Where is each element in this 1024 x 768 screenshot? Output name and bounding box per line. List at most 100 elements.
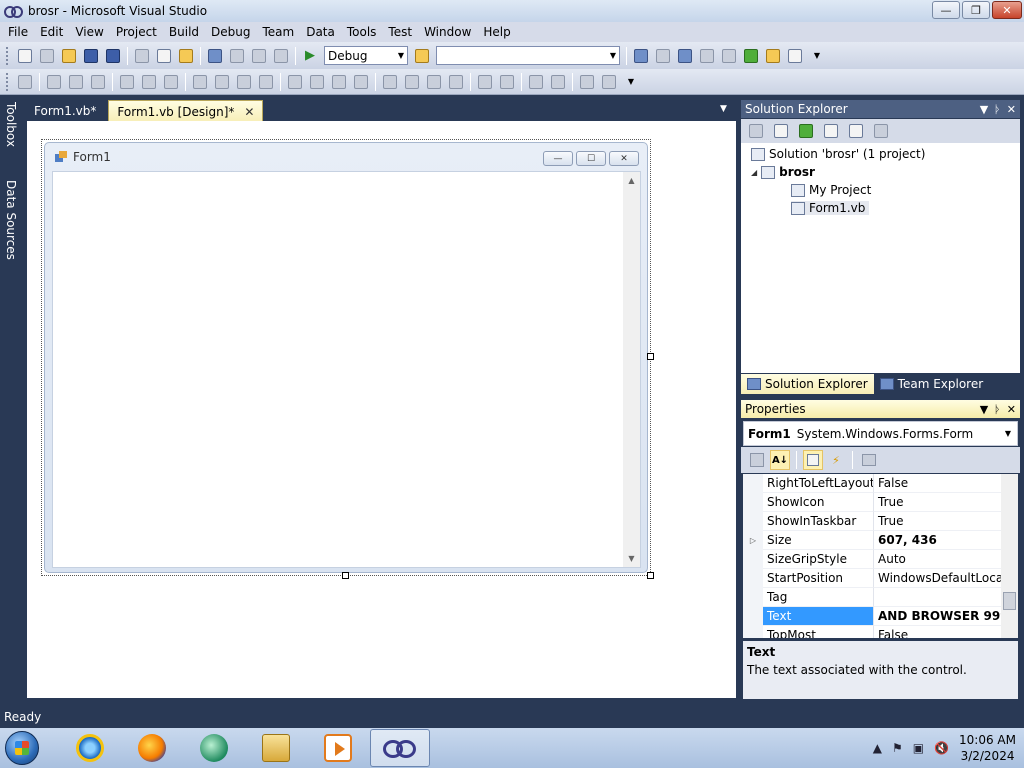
align-lefts-button[interactable] — [44, 72, 64, 92]
menu-data[interactable]: Data — [300, 22, 341, 42]
property-row[interactable]: ▷ Size 607, 436 — [743, 531, 1001, 550]
view-designer-button[interactable] — [846, 121, 866, 141]
start-page-button[interactable] — [741, 46, 761, 66]
categorized-button[interactable] — [747, 450, 767, 470]
new-project-button[interactable] — [15, 46, 35, 66]
clock[interactable]: 10:06 AM 3/2/2024 — [959, 732, 1016, 764]
taskbar-chat-app[interactable] — [184, 729, 244, 767]
events-button[interactable]: ⚡ — [826, 450, 846, 470]
toolbox-tab[interactable]: Toolbox — [2, 102, 20, 147]
property-grid-scrollbar[interactable] — [1001, 474, 1018, 638]
toolbar-grip[interactable] — [6, 72, 10, 91]
menu-tools[interactable]: Tools — [341, 22, 383, 42]
window-position-icon[interactable]: ▼ — [980, 403, 988, 416]
align-bottoms-button[interactable] — [161, 72, 181, 92]
align-to-grid-button[interactable] — [15, 72, 35, 92]
align-rights-button[interactable] — [88, 72, 108, 92]
solution-explorer-button[interactable] — [631, 46, 651, 66]
data-sources-tab[interactable]: Data Sources — [2, 180, 20, 260]
open-file-button[interactable] — [59, 46, 79, 66]
property-row[interactable]: ShowInTaskbar True — [743, 512, 1001, 531]
bring-to-front-button[interactable] — [526, 72, 546, 92]
menu-view[interactable]: View — [69, 22, 109, 42]
start-debugging-button[interactable]: ▶ — [300, 46, 320, 66]
save-all-button[interactable] — [103, 46, 123, 66]
toolbar-options-button[interactable]: ▼ — [807, 46, 827, 66]
menu-file[interactable]: File — [2, 22, 34, 42]
properties-button[interactable] — [746, 121, 766, 141]
lock-controls-button[interactable] — [599, 72, 619, 92]
toolbox-button[interactable] — [697, 46, 717, 66]
menu-window[interactable]: Window — [418, 22, 477, 42]
alphabetical-button[interactable]: A↓ — [770, 450, 790, 470]
property-row[interactable]: RightToLeftLayout False — [743, 474, 1001, 493]
minimize-button[interactable]: — — [932, 1, 960, 19]
close-icon[interactable]: ✕ — [1007, 403, 1016, 416]
property-row[interactable]: Tag — [743, 588, 1001, 607]
equal-vertical-spacing-button[interactable] — [380, 72, 400, 92]
tree-my-project[interactable]: My Project — [791, 183, 871, 197]
save-button[interactable] — [81, 46, 101, 66]
navigate-backward-button[interactable] — [249, 46, 269, 66]
size-to-grid-button[interactable] — [212, 72, 232, 92]
volume-muted-icon[interactable]: 🔇 — [934, 741, 949, 755]
property-value-input[interactable]: AND BROWSER 9999 — [874, 607, 1001, 626]
cut-button[interactable] — [132, 46, 152, 66]
property-value[interactable]: False — [874, 626, 1001, 638]
taskbar-firefox[interactable] — [122, 729, 182, 767]
form-client-area[interactable]: ▲ ▼ — [52, 171, 641, 568]
menu-build[interactable]: Build — [163, 22, 205, 42]
active-files-dropdown[interactable]: ▼ — [720, 104, 727, 114]
send-to-back-button[interactable] — [548, 72, 568, 92]
scrollbar-thumb[interactable] — [1003, 592, 1016, 610]
increase-horizontal-spacing-button[interactable] — [307, 72, 327, 92]
command-window-button[interactable] — [785, 46, 805, 66]
tree-project-node[interactable]: ◢ brosr — [751, 165, 815, 179]
find-in-files-button[interactable] — [412, 46, 432, 66]
start-button[interactable] — [0, 728, 44, 768]
remove-vertical-spacing-button[interactable] — [446, 72, 466, 92]
redo-button[interactable] — [227, 46, 247, 66]
decrease-vertical-spacing-button[interactable] — [424, 72, 444, 92]
equal-horizontal-spacing-button[interactable] — [285, 72, 305, 92]
object-browser-button[interactable] — [675, 46, 695, 66]
show-all-files-button[interactable] — [771, 121, 791, 141]
increase-vertical-spacing-button[interactable] — [402, 72, 422, 92]
view-code-button[interactable] — [821, 121, 841, 141]
property-row[interactable]: TopMost False — [743, 626, 1001, 638]
expanded-arrow-icon[interactable]: ◢ — [751, 168, 757, 177]
make-same-height-button[interactable] — [234, 72, 254, 92]
menu-team[interactable]: Team — [256, 22, 300, 42]
menu-help[interactable]: Help — [477, 22, 516, 42]
tree-solution-node[interactable]: Solution 'brosr' (1 project) — [751, 147, 925, 161]
tools-button[interactable] — [719, 46, 739, 66]
decrease-horizontal-spacing-button[interactable] — [329, 72, 349, 92]
property-pages-button[interactable] — [859, 450, 879, 470]
close-icon[interactable]: ✕ — [244, 105, 254, 119]
menu-debug[interactable]: Debug — [205, 22, 256, 42]
property-value[interactable]: False — [874, 474, 1001, 493]
menu-edit[interactable]: Edit — [34, 22, 69, 42]
paste-button[interactable] — [176, 46, 196, 66]
property-row[interactable]: StartPosition WindowsDefaultLocation — [743, 569, 1001, 588]
close-button[interactable]: ✕ — [992, 1, 1022, 19]
property-value[interactable]: True — [874, 512, 1001, 531]
object-selector[interactable]: Form1 System.Windows.Forms.Form ▼ — [743, 421, 1018, 446]
property-value[interactable]: Auto — [874, 550, 1001, 569]
property-value[interactable]: True — [874, 493, 1001, 512]
tab-form1-code[interactable]: Form1.vb* — [26, 100, 104, 122]
tab-solution-explorer[interactable]: Solution Explorer — [741, 374, 874, 394]
center-vertically-button[interactable] — [497, 72, 517, 92]
solution-configuration-combo[interactable]: Debug ▼ — [324, 46, 408, 65]
menu-test[interactable]: Test — [382, 22, 418, 42]
form1-window[interactable]: Form1 — ☐ ✕ ▲ ▼ — [44, 142, 648, 573]
make-same-size-button[interactable] — [256, 72, 276, 92]
window-position-icon[interactable]: ▼ — [980, 103, 988, 116]
property-value[interactable] — [874, 588, 1001, 607]
auto-hide-pin-icon[interactable]: ᚦ — [994, 403, 1001, 416]
designer-surface[interactable]: Form1 — ☐ ✕ ▲ ▼ — [27, 121, 736, 698]
property-row[interactable]: SizeGripStyle Auto — [743, 550, 1001, 569]
property-row[interactable]: ShowIcon True — [743, 493, 1001, 512]
tab-order-button[interactable] — [577, 72, 597, 92]
navigate-forward-button[interactable] — [271, 46, 291, 66]
